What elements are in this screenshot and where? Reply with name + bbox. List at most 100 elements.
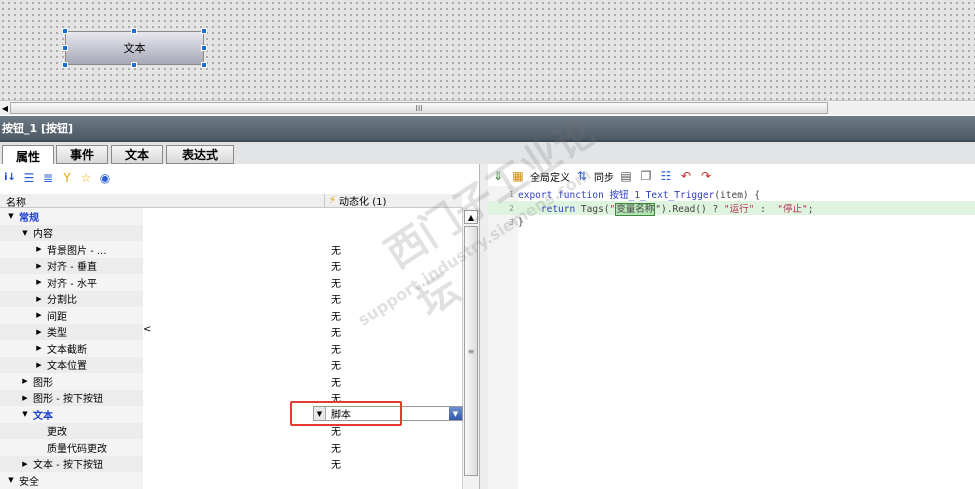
comment-icon[interactable]: ▤ <box>618 168 634 184</box>
property-dynamization-cell[interactable]: 无 <box>325 455 462 472</box>
visibility-eye-icon[interactable]: ◉ <box>97 170 113 186</box>
code-token: export function <box>518 190 610 201</box>
code-line[interactable]: 2 return Tags("变量名称").Read() ? "运行" : "停… <box>488 201 975 216</box>
scroll-up-arrow-icon[interactable]: ▲ <box>464 210 478 224</box>
property-dynamization-cell[interactable]: 无 <box>325 323 462 340</box>
list-view-icon[interactable]: ☰ <box>21 170 37 186</box>
property-row[interactable]: ▶ 对齐 - 水平 无 <box>0 274 462 291</box>
property-dynamization-cell[interactable]: 无 <box>325 373 462 390</box>
property-dynamization-cell[interactable] <box>325 472 462 489</box>
tab-texts[interactable]: 文本 <box>111 145 163 164</box>
property-dynamization-cell[interactable]: 无 <box>325 274 462 291</box>
resize-handle-tm[interactable] <box>131 28 137 34</box>
script-download-icon[interactable]: ⇓ <box>490 168 506 184</box>
property-row[interactable]: ▶ 分割比 无 <box>0 290 462 307</box>
selected-button-widget[interactable]: 文本 <box>65 31 204 65</box>
scroll-left-arrow-icon[interactable]: ◀ <box>0 101 10 115</box>
property-row[interactable]: ▼ 常规 <box>0 208 462 225</box>
property-dynamization-cell[interactable]: 无 <box>325 241 462 258</box>
collapse-arrow-icon[interactable]: ▼ <box>20 410 30 418</box>
expand-arrow-icon[interactable]: ▶ <box>34 344 44 352</box>
collapse-arrow-icon[interactable]: ▼ <box>6 212 16 220</box>
property-dynamization-cell[interactable]: 无 <box>325 290 462 307</box>
resize-handle-br[interactable] <box>201 62 207 68</box>
redo-icon[interactable]: ↷ <box>698 168 714 184</box>
property-row[interactable]: ▶ 背景图片 - ... 无 <box>0 241 462 258</box>
property-dynamization-cell[interactable]: 无 <box>325 439 462 456</box>
property-row[interactable]: ▶ 文本截断 无 <box>0 340 462 357</box>
undo-icon[interactable]: ↶ <box>678 168 694 184</box>
expand-arrow-icon[interactable]: ▶ <box>34 311 44 319</box>
property-dynamization-cell[interactable]: 无 <box>325 307 462 324</box>
resize-handle-bm[interactable] <box>131 62 137 68</box>
resize-handle-ml[interactable] <box>62 45 68 51</box>
expand-arrow-icon[interactable]: ▶ <box>20 460 30 468</box>
property-row[interactable]: ▶ 间距 无 <box>0 307 462 324</box>
property-row[interactable]: ▶ 对齐 - 垂直 无 <box>0 257 462 274</box>
collapse-arrow-icon[interactable]: ▼ <box>20 229 30 237</box>
expand-arrow-icon[interactable]: ▶ <box>20 377 30 385</box>
code-line[interactable]: 3} <box>488 215 975 229</box>
property-dynamization-cell[interactable]: 无 <box>325 356 462 373</box>
script-editor[interactable]: 1 export function 按钮_1_Text_Trigger(item)… <box>488 186 975 489</box>
property-name-cell: ▶ 背景图片 - ... <box>0 241 325 258</box>
sort-alpha-icon[interactable]: i↓ <box>2 170 18 186</box>
property-dynamization-cell[interactable] <box>325 208 462 225</box>
expand-arrow-icon[interactable]: ▶ <box>34 295 44 303</box>
properties-vertical-scrollbar[interactable]: ▲ ≡ <box>462 208 479 489</box>
expand-arrow-icon[interactable]: ▶ <box>34 328 44 336</box>
property-row[interactable]: 质量代码更改 无 <box>0 439 462 456</box>
property-row[interactable]: ▼ 内容 <box>0 224 462 241</box>
properties-grid-header: 名称 ⚡ 动态化 (1) <box>0 194 462 209</box>
property-name-cell: 质量代码更改 <box>0 439 325 456</box>
dropdown-open-icon[interactable]: ▼ <box>449 407 462 420</box>
sync-button[interactable]: 同步 <box>594 169 614 184</box>
resize-handle-tr[interactable] <box>201 28 207 34</box>
property-name-cell: 更改 <box>0 422 325 439</box>
collapse-arrow-icon[interactable]: ▼ <box>6 476 16 484</box>
expand-arrow-icon[interactable]: ▶ <box>20 394 30 402</box>
property-dynamization-cell[interactable] <box>325 224 462 241</box>
properties-scroll-thumb[interactable]: ≡ <box>464 226 478 476</box>
property-tree-cell: ▶ 间距 <box>0 307 143 324</box>
annotation-highlight-box <box>290 401 402 426</box>
global-definition-icon[interactable]: ▦ <box>510 168 526 184</box>
expand-arrow-icon[interactable]: ▶ <box>34 262 44 270</box>
property-row[interactable]: ▶ 文本 - 按下按钮 无 <box>0 455 462 472</box>
property-name: 图形 <box>33 377 53 389</box>
property-name: 对齐 - 水平 <box>47 278 97 290</box>
property-row[interactable]: ▶ 类型 < 无 <box>0 323 462 340</box>
resize-handle-tl[interactable] <box>62 28 68 34</box>
tab-properties[interactable]: 属性 <box>2 145 54 166</box>
property-name: 更改 <box>47 427 67 439</box>
code-line[interactable]: 1 export function 按钮_1_Text_Trigger(item)… <box>488 187 975 202</box>
global-definition-button[interactable]: 全局定义 <box>530 169 570 184</box>
filter-icon[interactable]: Y <box>59 170 75 186</box>
tab-events[interactable]: 事件 <box>56 145 108 164</box>
property-tree-cell: 质量代码更改 <box>0 439 143 456</box>
tree-view-icon[interactable]: ≣ <box>40 170 56 186</box>
property-name-cell: ▶ 文本位置 <box>0 356 325 373</box>
pane-splitter[interactable] <box>480 164 488 489</box>
expand-arrow-icon[interactable]: ▶ <box>34 278 44 286</box>
property-dynamization-cell[interactable]: 无 <box>325 257 462 274</box>
canvas-horizontal-scrollbar[interactable]: ◀ III <box>0 100 975 115</box>
resize-handle-mr[interactable] <box>201 45 207 51</box>
function-list-icon[interactable]: ☷ <box>658 168 674 184</box>
favorite-star-icon[interactable]: ☆ <box>78 170 94 186</box>
property-row[interactable]: ▶ 图形 无 <box>0 373 462 390</box>
code-token: } <box>518 216 524 228</box>
tab-expressions[interactable]: 表达式 <box>166 145 234 164</box>
property-row[interactable]: ▶ 文本位置 无 <box>0 356 462 373</box>
resize-handle-bl[interactable] <box>62 62 68 68</box>
expand-arrow-icon[interactable]: ▶ <box>34 361 44 369</box>
expand-arrow-icon[interactable]: ▶ <box>34 245 44 253</box>
property-row[interactable]: ▼ 安全 <box>0 472 462 489</box>
scroll-thumb[interactable]: III <box>10 102 828 114</box>
design-canvas[interactable]: 文本 <box>0 0 975 100</box>
sync-icon[interactable]: ⇅ <box>574 168 590 184</box>
properties-pane: i↓ ☰ ≣ Y ☆ ◉ 名称 ⚡ 动态化 (1) ▼ 常规 ▼ 内容 ▶ 背景图片 - … <box>0 164 480 489</box>
code-token: Tags( <box>580 204 610 215</box>
snippet-icon[interactable]: ❐ <box>638 168 654 184</box>
property-dynamization-cell[interactable]: 无 <box>325 340 462 357</box>
